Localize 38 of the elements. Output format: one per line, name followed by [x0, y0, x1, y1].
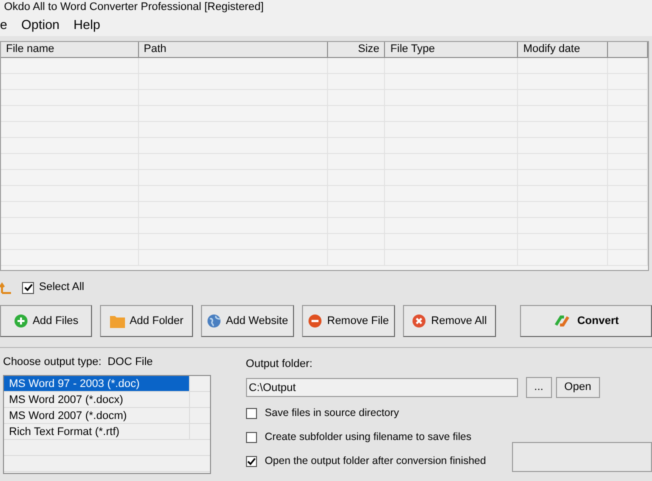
column-header[interactable]: File name: [1, 42, 139, 57]
output-folder-field[interactable]: C:\Output: [246, 378, 518, 397]
browse-button[interactable]: ...: [526, 377, 552, 398]
add-folder-button[interactable]: Add Folder: [100, 305, 193, 337]
plus-circle-icon: [14, 314, 28, 328]
remove-all-button[interactable]: Remove All: [403, 305, 496, 337]
output-folder-label: Output folder:: [246, 358, 314, 371]
close-circle-icon: [412, 314, 426, 328]
menu-item[interactable]: Help: [74, 17, 100, 33]
convert-button[interactable]: Convert: [520, 305, 652, 337]
list-item[interactable]: MS Word 2007 (*.docm): [4, 408, 189, 423]
select-all-label: Select All: [39, 280, 84, 296]
checkbox[interactable]: [246, 432, 257, 443]
list-item[interactable]: Rich Text Format (*.rtf): [4, 424, 189, 439]
column-header[interactable]: Modify date: [518, 42, 608, 57]
checkbox[interactable]: [246, 456, 257, 467]
checkbox[interactable]: [246, 408, 257, 419]
checkbox-label: Create subfolder using filename to save files: [264, 430, 472, 445]
output-type-label: Choose output type: DOC File: [3, 356, 154, 369]
remove-file-button[interactable]: Remove File: [302, 305, 395, 337]
column-header[interactable]: File Type: [385, 42, 518, 57]
add-files-button[interactable]: Add Files: [0, 305, 92, 337]
column-header[interactable]: Path: [138, 42, 328, 57]
select-all-checkbox[interactable]: [22, 282, 34, 294]
minus-circle-icon: [308, 314, 322, 328]
arrows-icon: [553, 313, 572, 329]
column-header[interactable]: Size: [328, 42, 386, 57]
checkbox-label: Save files in source directory: [264, 406, 399, 421]
globe-icon: [206, 314, 221, 328]
list-item[interactable]: MS Word 97 - 2003 (*.doc): [4, 376, 189, 391]
list-item[interactable]: MS Word 2007 (*.docx): [4, 392, 189, 407]
add-website-button[interactable]: Add Website: [201, 305, 294, 337]
window-title: Okdo All to Word Converter Professional [Registered]: [4, 0, 264, 14]
checkbox-label: Open the output folder after conversion finished: [264, 454, 486, 469]
folder-icon: [110, 314, 125, 328]
open-button[interactable]: Open: [556, 377, 600, 398]
menu-item[interactable]: e: [0, 17, 8, 33]
menu-item[interactable]: Option: [21, 17, 60, 33]
